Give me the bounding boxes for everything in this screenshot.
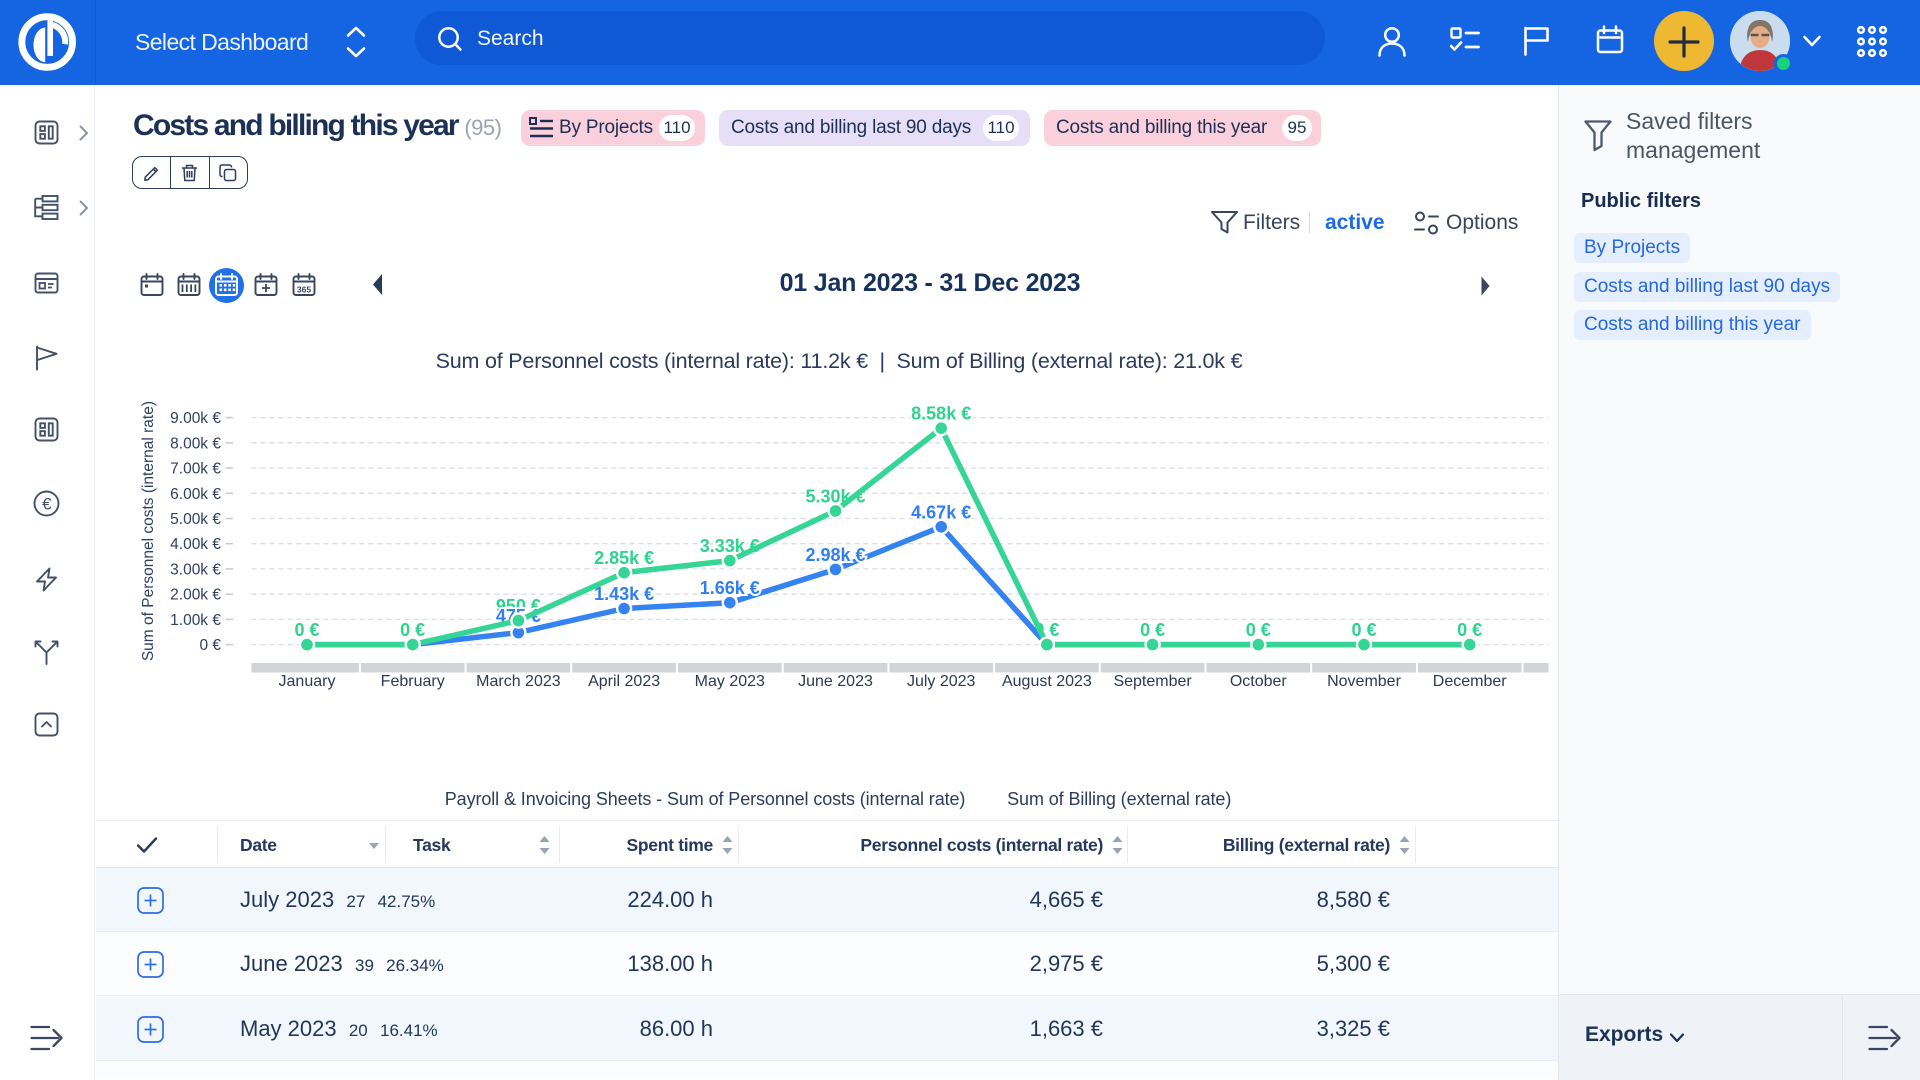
svg-text:4.67k €: 4.67k € bbox=[911, 502, 971, 522]
svg-text:€: € bbox=[42, 494, 52, 513]
svg-text:December: December bbox=[1433, 673, 1507, 690]
svg-text:August 2023: August 2023 bbox=[1002, 673, 1092, 690]
svg-text:July 2023: July 2023 bbox=[907, 673, 976, 690]
svg-text:November: November bbox=[1327, 673, 1401, 690]
svg-text:September: September bbox=[1113, 673, 1192, 690]
svg-text:1.43k €: 1.43k € bbox=[594, 584, 654, 604]
svg-text:January: January bbox=[279, 673, 336, 690]
svg-text:8.00k €: 8.00k € bbox=[170, 435, 221, 452]
svg-text:April 2023: April 2023 bbox=[588, 673, 660, 690]
svg-text:0 €: 0 € bbox=[199, 637, 221, 654]
svg-text:October: October bbox=[1230, 673, 1288, 690]
svg-text:2.98k €: 2.98k € bbox=[805, 545, 865, 565]
svg-text:9.00k €: 9.00k € bbox=[170, 410, 221, 427]
svg-text:2.00k €: 2.00k € bbox=[170, 587, 221, 604]
svg-text:7.00k €: 7.00k € bbox=[170, 461, 221, 478]
svg-text:March 2023: March 2023 bbox=[476, 673, 561, 690]
svg-text:365: 365 bbox=[296, 285, 310, 295]
svg-text:Sum of Personnel costs (intern: Sum of Personnel costs (internal rate) bbox=[140, 401, 157, 661]
svg-text:5.00k €: 5.00k € bbox=[170, 511, 221, 528]
svg-text:June 2023: June 2023 bbox=[798, 673, 873, 690]
svg-text:4.00k €: 4.00k € bbox=[170, 536, 221, 553]
svg-text:3.00k €: 3.00k € bbox=[170, 561, 221, 578]
svg-text:6.00k €: 6.00k € bbox=[170, 486, 221, 503]
svg-text:May 2023: May 2023 bbox=[695, 673, 765, 690]
svg-text:1.00k €: 1.00k € bbox=[170, 612, 221, 629]
svg-text:1.66k €: 1.66k € bbox=[700, 578, 760, 598]
svg-text:February: February bbox=[381, 673, 445, 690]
